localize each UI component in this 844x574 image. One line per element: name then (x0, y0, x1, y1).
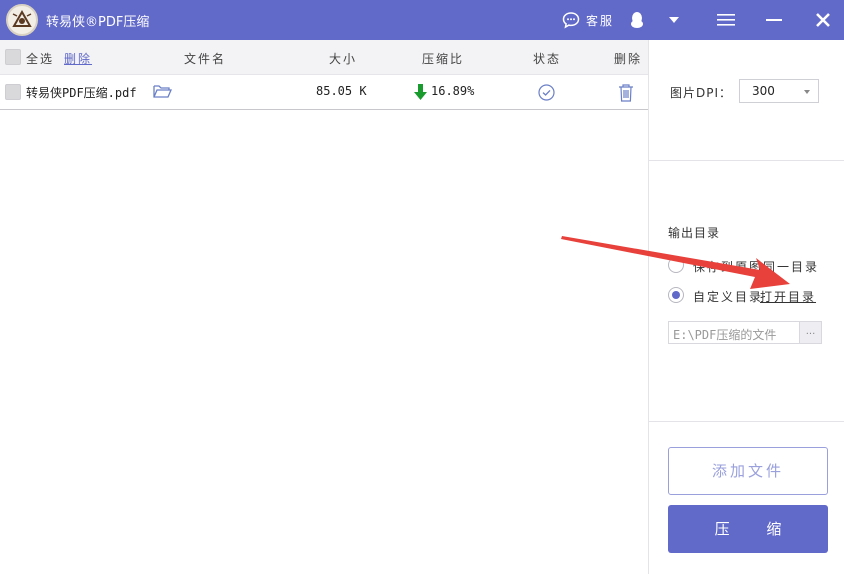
arrow-down-icon (414, 84, 427, 103)
dpi-select[interactable]: 300 (739, 79, 819, 103)
column-header-delete: 删除 (614, 52, 643, 66)
chat-bubble-icon[interactable] (561, 8, 581, 32)
select-all-label[interactable]: 全选 (26, 50, 54, 67)
open-dir-link[interactable]: 打开目录 (760, 288, 816, 305)
column-header-size: 大小 (329, 52, 358, 66)
dpi-label: 图片DPI： (670, 86, 733, 100)
radio-same-dir-label[interactable]: 保存到原图同一目录 (693, 258, 819, 275)
radio-custom-dir[interactable] (668, 287, 684, 303)
minimize-icon[interactable] (765, 8, 783, 32)
customer-service-button[interactable]: 客服 (586, 12, 614, 29)
table-row[interactable]: 转易侠PDF压缩.pdf 85.05 K 16.89% (0, 75, 648, 110)
output-dir-label: 输出目录 (668, 226, 721, 240)
radio-custom-dir-label[interactable]: 自定义目录 (693, 288, 763, 305)
qq-penguin-icon[interactable] (628, 8, 646, 32)
trash-icon[interactable] (618, 84, 634, 105)
add-file-button[interactable]: 添加文件 (668, 447, 828, 495)
output-path-input[interactable]: E:\PDF压缩的文件 (668, 321, 799, 344)
title-bar: 转易侠®PDF压缩 客服 (0, 0, 844, 40)
chevron-down-icon[interactable] (667, 8, 681, 32)
app-title: 转易侠®PDF压缩 (46, 15, 150, 30)
dpi-select-value: 300 (752, 84, 775, 98)
column-header-status: 状态 (533, 52, 562, 66)
column-header-ratio: 压缩比 (422, 52, 465, 66)
row-checkbox[interactable] (5, 84, 21, 100)
caret-down-icon (804, 90, 810, 94)
file-name: 转易侠PDF压缩.pdf (26, 86, 137, 100)
compression-ratio: 16.89% (431, 84, 475, 98)
file-list-header: 全选 删除 文件名 大小 压缩比 状态 删除 (0, 40, 648, 75)
compress-button[interactable]: 压 缩 (668, 505, 828, 553)
column-header-filename: 文件名 (184, 52, 227, 66)
check-circle-icon (538, 84, 555, 104)
app-logo-icon (6, 4, 38, 36)
file-size: 85.05 K (316, 84, 367, 98)
divider (649, 160, 844, 161)
folder-open-icon[interactable] (153, 84, 172, 102)
close-icon[interactable] (814, 8, 832, 32)
divider (649, 421, 844, 422)
browse-button[interactable]: ... (799, 321, 822, 344)
menu-icon[interactable] (716, 8, 736, 32)
delete-selected-link[interactable]: 删除 (64, 50, 92, 67)
radio-same-dir[interactable] (668, 257, 684, 273)
select-all-checkbox[interactable] (5, 49, 21, 65)
